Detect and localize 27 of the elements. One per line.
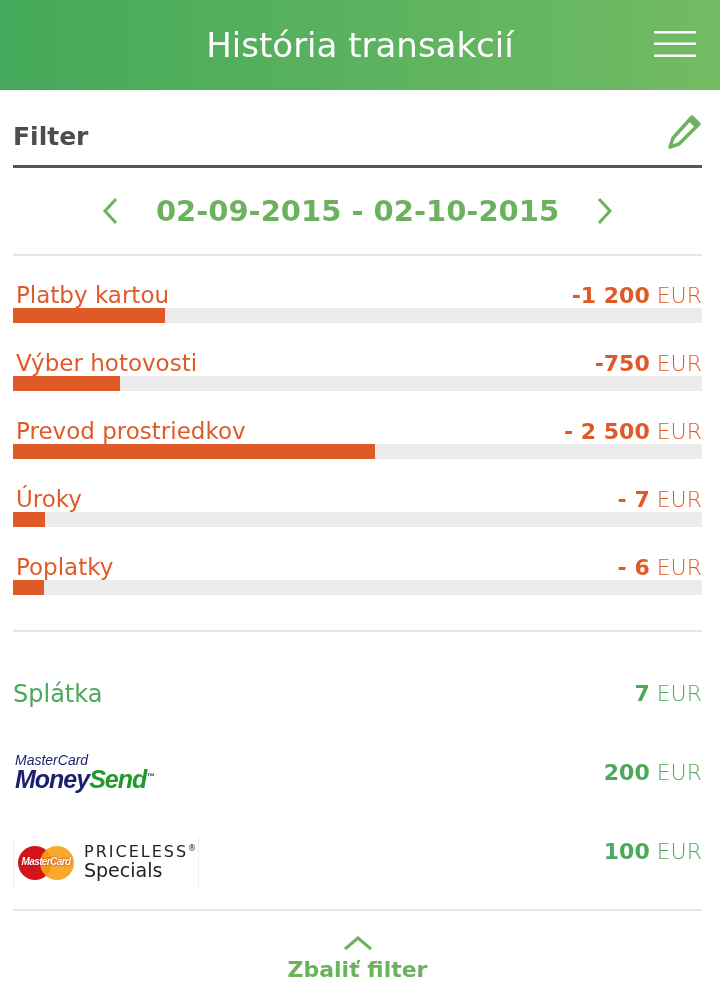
logo-name: MoneySend$^{™}$	[15, 767, 154, 792]
category-label: Poplatky	[15, 554, 114, 580]
logo-subtitle: Specials	[84, 860, 164, 881]
credit-label: Splátka	[13, 679, 103, 708]
collapse-filter-link[interactable]: Zbaliť filter	[287, 957, 428, 982]
amount: -750 EUR	[594, 351, 702, 376]
category-label: Platby kartou	[15, 282, 170, 308]
logo-brand: MasterCard	[15, 753, 89, 767]
amount: - 6 EUR	[617, 555, 702, 580]
pencil-icon[interactable]	[666, 113, 702, 150]
filter-label: Filter	[13, 121, 89, 151]
category-label: Úroky	[15, 486, 82, 512]
logo-name: PRICELESS$^{®}$	[84, 844, 199, 861]
amount: -1 200 EUR	[571, 283, 702, 308]
category-label: Výber hotovosti	[15, 350, 198, 376]
amount: 200 EUR	[603, 760, 702, 785]
chevron-right-icon[interactable]	[597, 197, 614, 225]
date-range: 02-09-2015 - 02-10-2015	[155, 194, 560, 228]
menu-icon[interactable]	[654, 31, 696, 57]
chevron-up-icon[interactable]	[342, 935, 373, 951]
page-title: História transakcií	[206, 25, 514, 65]
category-label: Prevod prostriedkov	[15, 418, 246, 444]
amount: 7 EUR	[634, 681, 702, 706]
chevron-left-icon[interactable]	[101, 197, 118, 225]
amount: - 2 500 EUR	[564, 419, 702, 444]
amount: - 7 EUR	[617, 487, 702, 512]
amount: 100 EUR	[603, 839, 702, 864]
